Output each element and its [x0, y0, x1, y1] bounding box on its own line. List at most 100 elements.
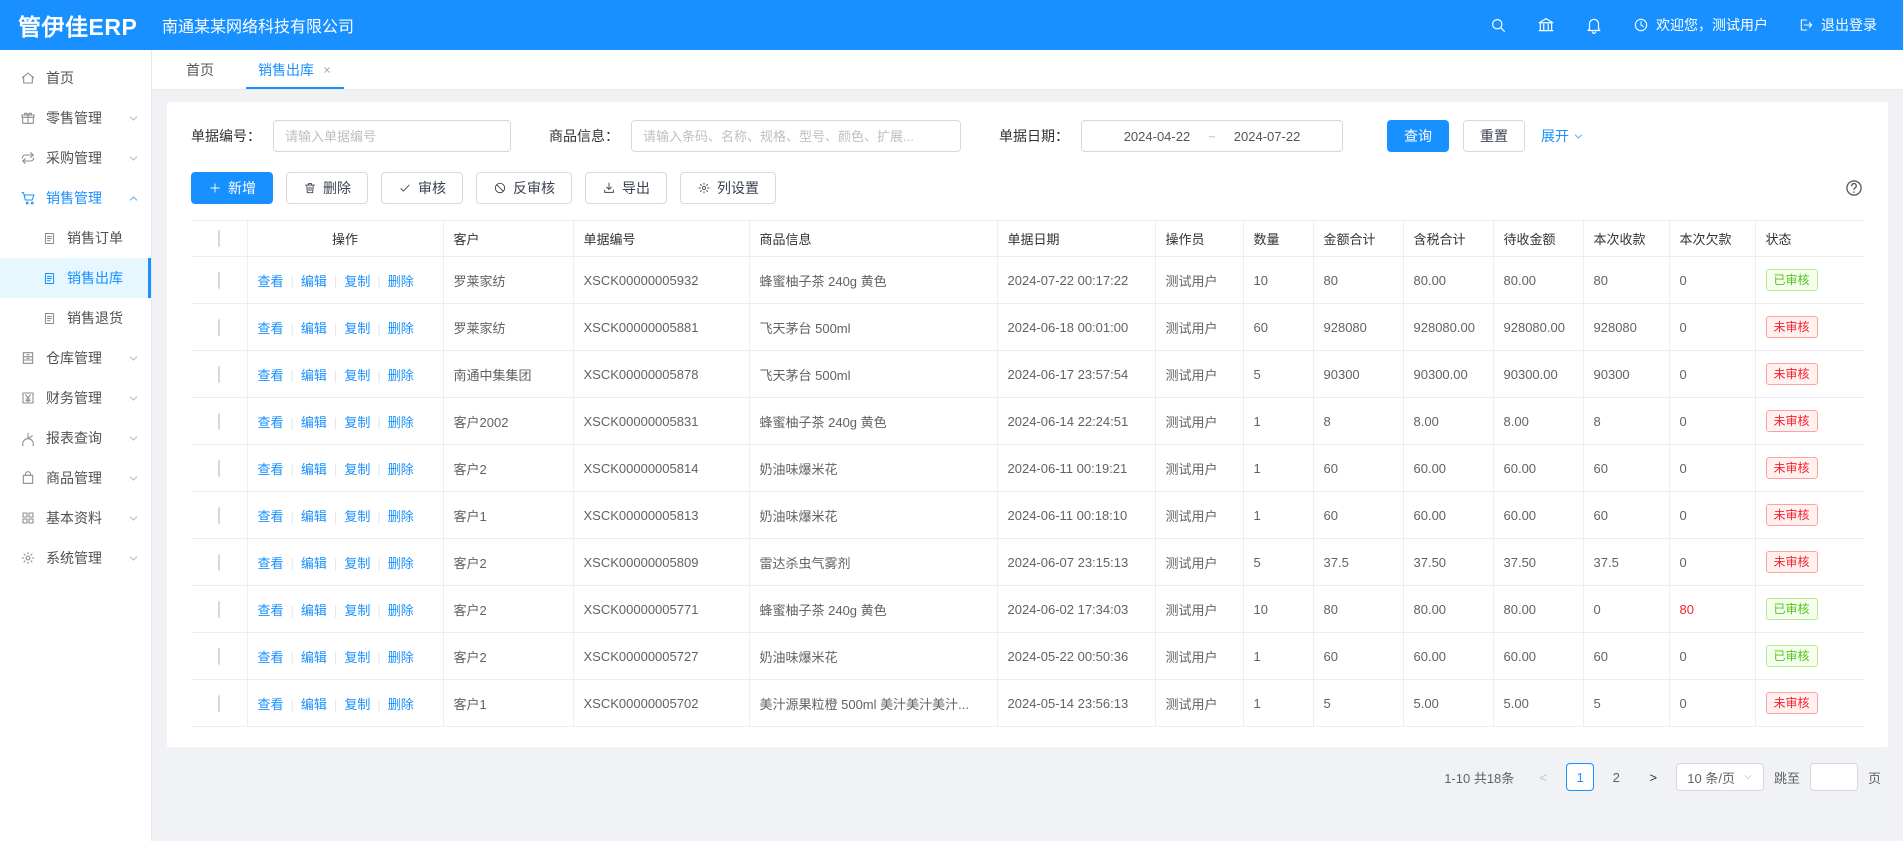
view-link[interactable]: 查看	[258, 556, 284, 571]
bank-icon[interactable]	[1537, 16, 1555, 34]
sidebar-item-warehouse[interactable]: 仓库管理	[0, 338, 151, 378]
row-checkbox[interactable]	[218, 366, 220, 383]
sidebar-item-purchase[interactable]: 采购管理	[0, 138, 151, 178]
row-checkbox[interactable]	[218, 460, 220, 477]
row-checkbox[interactable]	[218, 272, 220, 289]
view-link[interactable]: 查看	[258, 368, 284, 383]
sidebar-item-product[interactable]: 商品管理	[0, 458, 151, 498]
delete-link[interactable]: 删除	[388, 697, 414, 712]
delete-link[interactable]: 删除	[388, 650, 414, 665]
jump-page-input[interactable]	[1810, 763, 1858, 791]
row-checkbox[interactable]	[218, 507, 220, 524]
view-link[interactable]: 查看	[258, 650, 284, 665]
table-row: 查看|编辑|复制|删除客户1XSCK00000005813奶油味爆米花2024-…	[191, 492, 1864, 539]
tab-home[interactable]: 首页	[164, 50, 236, 89]
sidebar-item-home[interactable]: 首页	[0, 58, 151, 98]
view-link[interactable]: 查看	[258, 509, 284, 524]
edit-link[interactable]: 编辑	[301, 650, 327, 665]
edit-link[interactable]: 编辑	[301, 509, 327, 524]
copy-link[interactable]: 复制	[344, 697, 370, 712]
copy-link[interactable]: 复制	[344, 603, 370, 618]
edit-link[interactable]: 编辑	[301, 697, 327, 712]
sidebar-item-sales-return[interactable]: 销售退货	[0, 298, 151, 338]
sidebar-item-report[interactable]: 报表查询	[0, 418, 151, 458]
copy-link[interactable]: 复制	[344, 321, 370, 336]
view-link[interactable]: 查看	[258, 697, 284, 712]
page-button-1[interactable]: 1	[1566, 763, 1594, 791]
search-icon[interactable]	[1489, 16, 1507, 34]
sidebar-item-retail[interactable]: 零售管理	[0, 98, 151, 138]
copy-link[interactable]: 复制	[344, 368, 370, 383]
export-button[interactable]: 导出	[585, 172, 667, 204]
home-icon	[20, 70, 36, 86]
row-checkbox[interactable]	[218, 554, 220, 571]
cell-product: 奶油味爆米花	[749, 492, 997, 539]
unaudit-button[interactable]: 反审核	[476, 172, 572, 204]
copy-link[interactable]: 复制	[344, 509, 370, 524]
view-link[interactable]: 查看	[258, 415, 284, 430]
edit-link[interactable]: 编辑	[301, 462, 327, 477]
help-icon[interactable]	[1844, 178, 1864, 198]
edit-link[interactable]: 编辑	[301, 321, 327, 336]
view-link[interactable]: 查看	[258, 274, 284, 289]
next-page-button[interactable]: >	[1640, 763, 1666, 791]
row-checkbox[interactable]	[218, 648, 220, 665]
sidebar-item-sales-order[interactable]: 销售订单	[0, 218, 151, 258]
date-start[interactable]: 2024-04-22	[1124, 129, 1191, 144]
logout-button[interactable]: 退出登录	[1798, 15, 1877, 35]
delete-link[interactable]: 删除	[388, 274, 414, 289]
product-info-input[interactable]	[631, 120, 961, 152]
delete-link[interactable]: 删除	[388, 509, 414, 524]
copy-link[interactable]: 复制	[344, 556, 370, 571]
bell-icon[interactable]	[1585, 16, 1603, 34]
sidebar-item-sales-outbound[interactable]: 销售出库	[0, 258, 151, 298]
page-button-2[interactable]: 2	[1602, 763, 1630, 791]
grid-icon	[20, 510, 36, 526]
date-range-picker[interactable]: 2024-04-22 ~ 2024-07-22	[1081, 120, 1343, 152]
close-icon[interactable]	[322, 65, 332, 75]
edit-link[interactable]: 编辑	[301, 274, 327, 289]
copy-link[interactable]: 复制	[344, 415, 370, 430]
tab-sales-outbound[interactable]: 销售出库	[236, 50, 354, 89]
delete-link[interactable]: 删除	[388, 556, 414, 571]
expand-link[interactable]: 展开	[1541, 126, 1584, 146]
add-button[interactable]: 新增	[191, 172, 273, 204]
page-size-select[interactable]: 10 条/页	[1676, 763, 1764, 791]
edit-link[interactable]: 编辑	[301, 603, 327, 618]
sidebar-item-basic[interactable]: 基本资料	[0, 498, 151, 538]
sidebar-item-finance[interactable]: 财务管理	[0, 378, 151, 418]
reset-button[interactable]: 重置	[1463, 120, 1525, 152]
delete-link[interactable]: 删除	[388, 368, 414, 383]
edit-link[interactable]: 编辑	[301, 556, 327, 571]
view-link[interactable]: 查看	[258, 603, 284, 618]
cell-date: 2024-06-14 22:24:51	[997, 398, 1155, 445]
audit-button[interactable]: 审核	[381, 172, 463, 204]
delete-button[interactable]: 删除	[286, 172, 368, 204]
sidebar-item-sales[interactable]: 销售管理	[0, 178, 151, 218]
delete-link[interactable]: 删除	[388, 415, 414, 430]
row-checkbox[interactable]	[218, 413, 220, 430]
copy-link[interactable]: 复制	[344, 462, 370, 477]
row-checkbox[interactable]	[218, 319, 220, 336]
copy-link[interactable]: 复制	[344, 650, 370, 665]
welcome-user[interactable]: 欢迎您，测试用户	[1633, 15, 1768, 35]
row-checkbox[interactable]	[218, 695, 220, 712]
edit-link[interactable]: 编辑	[301, 368, 327, 383]
view-link[interactable]: 查看	[258, 462, 284, 477]
cell-product: 奶油味爆米花	[749, 633, 997, 680]
date-end[interactable]: 2024-07-22	[1234, 129, 1301, 144]
prev-page-button[interactable]: <	[1530, 763, 1556, 791]
sidebar-item-system[interactable]: 系统管理	[0, 538, 151, 578]
delete-link[interactable]: 删除	[388, 462, 414, 477]
select-all-checkbox[interactable]	[218, 230, 220, 247]
doc-no-input[interactable]	[273, 120, 511, 152]
search-button[interactable]: 查询	[1387, 120, 1449, 152]
view-link[interactable]: 查看	[258, 321, 284, 336]
chevron-down-icon	[128, 553, 139, 564]
copy-link[interactable]: 复制	[344, 274, 370, 289]
row-checkbox[interactable]	[218, 601, 220, 618]
delete-link[interactable]: 删除	[388, 603, 414, 618]
edit-link[interactable]: 编辑	[301, 415, 327, 430]
column-settings-button[interactable]: 列设置	[680, 172, 776, 204]
delete-link[interactable]: 删除	[388, 321, 414, 336]
